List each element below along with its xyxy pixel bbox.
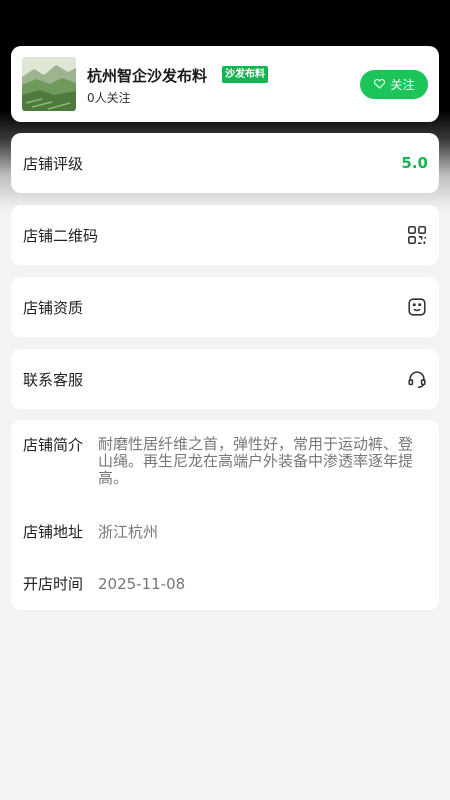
store-opened-value: 2025-11-08 <box>98 575 186 593</box>
follow-button[interactable]: 关注 <box>360 70 428 99</box>
store-header-card: 杭州智企沙发布料 沙发布料 0人关注 关注 <box>11 46 439 122</box>
heart-outline-icon <box>373 77 386 93</box>
store-qualification-row[interactable]: 店铺资质 <box>11 277 439 337</box>
store-name: 杭州智企沙发布料 <box>87 67 208 85</box>
store-opened-row: 开店时间 2025-11-08 <box>23 575 427 594</box>
store-address-row: 店铺地址 浙江杭州 <box>23 523 427 542</box>
store-intro-value: 耐磨性居纤维之首，弹性好，常用于运动裤、登山绳。再生尼龙在高端户外装备中渗透率逐… <box>98 435 414 487</box>
store-rating-value: 5.0 <box>401 154 428 172</box>
store-qualification-label: 店铺资质 <box>23 298 84 317</box>
follower-count: 0人关注 <box>87 91 131 105</box>
contact-support-label: 联系客服 <box>23 370 84 389</box>
store-category-badge: 沙发布料 <box>222 66 268 83</box>
store-address-value: 浙江杭州 <box>98 523 159 541</box>
store-qrcode-row[interactable]: 店铺二维码 <box>11 205 439 265</box>
store-info-card: 店铺简介 耐磨性居纤维之首，弹性好，常用于运动裤、登山绳。再生尼龙在高端户外装备… <box>11 420 439 610</box>
certificate-icon <box>406 296 428 318</box>
store-address-label: 店铺地址 <box>23 523 84 541</box>
contact-support-row[interactable]: 联系客服 <box>11 349 439 409</box>
store-rating-row[interactable]: 店铺评级 5.0 <box>11 133 439 193</box>
store-opened-label: 开店时间 <box>23 575 84 593</box>
store-intro-row: 店铺简介 耐磨性居纤维之首，弹性好，常用于运动裤、登山绳。再生尼龙在高端户外装备… <box>23 436 427 487</box>
store-thumbnail[interactable] <box>22 57 76 111</box>
store-rating-label: 店铺评级 <box>23 154 84 173</box>
qrcode-icon <box>406 224 428 246</box>
store-intro-label: 店铺简介 <box>23 436 84 454</box>
store-qrcode-label: 店铺二维码 <box>23 226 99 245</box>
follow-button-label: 关注 <box>390 78 415 92</box>
headset-icon <box>406 368 428 390</box>
